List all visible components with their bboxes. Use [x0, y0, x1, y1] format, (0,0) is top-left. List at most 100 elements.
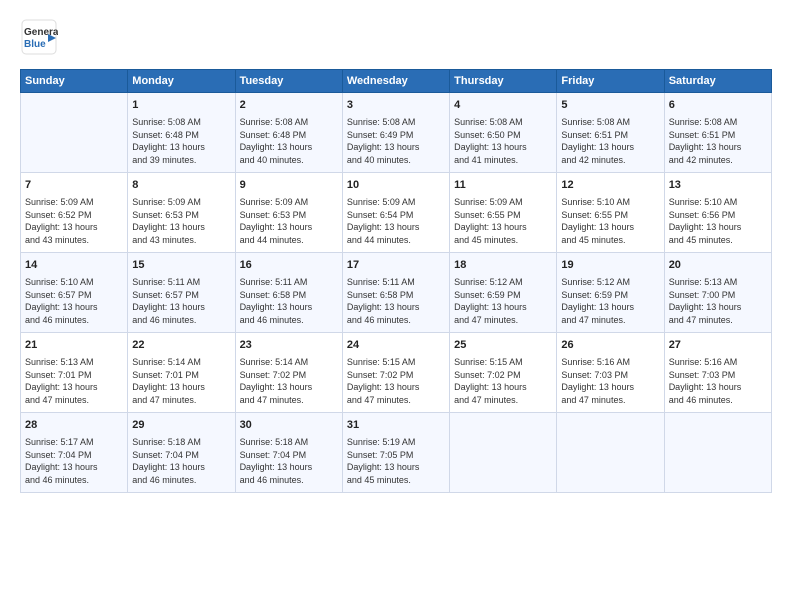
day-number: 6 [669, 98, 767, 114]
day-info: Sunrise: 5:08 AM Sunset: 6:48 PM Dayligh… [240, 116, 338, 167]
week-row-2: 14 Sunrise: 5:10 AM Sunset: 6:57 PM Dayli… [21, 253, 772, 333]
day-info: Sunrise: 5:10 AM Sunset: 6:57 PM Dayligh… [25, 276, 123, 327]
day-number: 28 [25, 418, 123, 434]
day-number: 31 [347, 418, 445, 434]
day-info: Sunrise: 5:11 AM Sunset: 6:57 PM Dayligh… [132, 276, 230, 327]
calendar-cell [21, 93, 128, 173]
calendar-cell: 24Sunrise: 5:15 AM Sunset: 7:02 PM Dayli… [342, 333, 449, 413]
day-info: Sunrise: 5:08 AM Sunset: 6:51 PM Dayligh… [561, 116, 659, 167]
day-number: 3 [347, 98, 445, 114]
day-number: 16 [240, 258, 338, 274]
calendar-cell: 9Sunrise: 5:09 AM Sunset: 6:53 PM Daylig… [235, 173, 342, 253]
calendar-cell: 8Sunrise: 5:09 AM Sunset: 6:53 PM Daylig… [128, 173, 235, 253]
calendar-cell: 21Sunrise: 5:13 AM Sunset: 7:01 PM Dayli… [21, 333, 128, 413]
day-number: 2 [240, 98, 338, 114]
logo: General Blue [20, 18, 58, 61]
day-info: Sunrise: 5:09 AM Sunset: 6:53 PM Dayligh… [132, 196, 230, 247]
day-info: Sunrise: 5:09 AM Sunset: 6:53 PM Dayligh… [240, 196, 338, 247]
logo-icon: General Blue [20, 18, 58, 61]
day-number: 12 [561, 178, 659, 194]
day-info: Sunrise: 5:18 AM Sunset: 7:04 PM Dayligh… [132, 436, 230, 487]
calendar-cell: 30Sunrise: 5:18 AM Sunset: 7:04 PM Dayli… [235, 413, 342, 493]
day-info: Sunrise: 5:08 AM Sunset: 6:51 PM Dayligh… [669, 116, 767, 167]
calendar-cell: 28 Sunrise: 5:17 AM Sunset: 7:04 PM Dayli… [21, 413, 128, 493]
calendar-cell: 22 Sunrise: 5:14 AM Sunset: 7:01 PM Dayli… [128, 333, 235, 413]
day-number: 15 [132, 258, 230, 274]
day-number: 10 [347, 178, 445, 194]
calendar-cell: 5 Sunrise: 5:08 AM Sunset: 6:51 PM Daylig… [557, 93, 664, 173]
day-info: Sunrise: 5:16 AM Sunset: 7:03 PM Dayligh… [561, 356, 659, 407]
day-header-saturday: Saturday [664, 70, 771, 93]
day-number: 13 [669, 178, 767, 194]
day-number: 5 [561, 98, 659, 114]
calendar-cell: 29 Sunrise: 5:18 AM Sunset: 7:04 PM Dayli… [128, 413, 235, 493]
day-info: Sunrise: 5:09 AM Sunset: 6:52 PM Dayligh… [25, 196, 123, 247]
day-info: Sunrise: 5:17 AM Sunset: 7:04 PM Dayligh… [25, 436, 123, 487]
day-info: Sunrise: 5:11 AM Sunset: 6:58 PM Dayligh… [240, 276, 338, 327]
calendar-cell: 19 Sunrise: 5:12 AM Sunset: 6:59 PM Dayli… [557, 253, 664, 333]
day-number: 7 [25, 178, 123, 194]
day-info: Sunrise: 5:19 AM Sunset: 7:05 PM Dayligh… [347, 436, 445, 487]
calendar-cell: 11 Sunrise: 5:09 AM Sunset: 6:55 PM Dayli… [450, 173, 557, 253]
calendar-cell: 31 Sunrise: 5:19 AM Sunset: 7:05 PM Dayli… [342, 413, 449, 493]
week-row-4: 28 Sunrise: 5:17 AM Sunset: 7:04 PM Dayli… [21, 413, 772, 493]
calendar-cell: 16 Sunrise: 5:11 AM Sunset: 6:58 PM Dayli… [235, 253, 342, 333]
calendar-cell: 17 Sunrise: 5:11 AM Sunset: 6:58 PM Dayli… [342, 253, 449, 333]
day-number: 26 [561, 338, 659, 354]
calendar-cell: 10 Sunrise: 5:09 AM Sunset: 6:54 PM Dayli… [342, 173, 449, 253]
calendar-cell: 12 Sunrise: 5:10 AM Sunset: 6:55 PM Dayli… [557, 173, 664, 253]
day-number: 17 [347, 258, 445, 274]
calendar-cell: 23Sunrise: 5:14 AM Sunset: 7:02 PM Dayli… [235, 333, 342, 413]
calendar-cell [450, 413, 557, 493]
day-info: Sunrise: 5:08 AM Sunset: 6:50 PM Dayligh… [454, 116, 552, 167]
header: General Blue [20, 18, 772, 61]
day-header-thursday: Thursday [450, 70, 557, 93]
day-header-friday: Friday [557, 70, 664, 93]
calendar-cell: 6 Sunrise: 5:08 AM Sunset: 6:51 PM Daylig… [664, 93, 771, 173]
svg-text:Blue: Blue [24, 39, 46, 50]
calendar-cell: 25Sunrise: 5:15 AM Sunset: 7:02 PM Dayli… [450, 333, 557, 413]
day-number: 25 [454, 338, 552, 354]
calendar-cell: 2 Sunrise: 5:08 AM Sunset: 6:48 PM Daylig… [235, 93, 342, 173]
svg-text:General: General [24, 27, 58, 38]
day-info: Sunrise: 5:11 AM Sunset: 6:58 PM Dayligh… [347, 276, 445, 327]
calendar-cell: 7 Sunrise: 5:09 AM Sunset: 6:52 PM Daylig… [21, 173, 128, 253]
day-number: 19 [561, 258, 659, 274]
day-info: Sunrise: 5:10 AM Sunset: 6:56 PM Dayligh… [669, 196, 767, 247]
day-number: 11 [454, 178, 552, 194]
day-header-wednesday: Wednesday [342, 70, 449, 93]
day-info: Sunrise: 5:16 AM Sunset: 7:03 PM Dayligh… [669, 356, 767, 407]
calendar-cell [664, 413, 771, 493]
week-row-1: 7 Sunrise: 5:09 AM Sunset: 6:52 PM Daylig… [21, 173, 772, 253]
day-number: 20 [669, 258, 767, 274]
day-info: Sunrise: 5:08 AM Sunset: 6:48 PM Dayligh… [132, 116, 230, 167]
day-number: 27 [669, 338, 767, 354]
day-info: Sunrise: 5:12 AM Sunset: 6:59 PM Dayligh… [561, 276, 659, 327]
calendar-cell: 26 Sunrise: 5:16 AM Sunset: 7:03 PM Dayli… [557, 333, 664, 413]
day-number: 4 [454, 98, 552, 114]
calendar-cell: 1 Sunrise: 5:08 AM Sunset: 6:48 PM Daylig… [128, 93, 235, 173]
day-info: Sunrise: 5:15 AM Sunset: 7:02 PM Dayligh… [347, 356, 445, 407]
day-header-monday: Monday [128, 70, 235, 93]
calendar-cell [557, 413, 664, 493]
day-info: Sunrise: 5:13 AM Sunset: 7:01 PM Dayligh… [25, 356, 123, 407]
day-number: 14 [25, 258, 123, 274]
day-number: 1 [132, 98, 230, 114]
day-info: Sunrise: 5:10 AM Sunset: 6:55 PM Dayligh… [561, 196, 659, 247]
day-info: Sunrise: 5:14 AM Sunset: 7:01 PM Dayligh… [132, 356, 230, 407]
day-number: 29 [132, 418, 230, 434]
day-info: Sunrise: 5:14 AM Sunset: 7:02 PM Dayligh… [240, 356, 338, 407]
day-number: 22 [132, 338, 230, 354]
day-info: Sunrise: 5:12 AM Sunset: 6:59 PM Dayligh… [454, 276, 552, 327]
day-info: Sunrise: 5:09 AM Sunset: 6:54 PM Dayligh… [347, 196, 445, 247]
calendar-cell: 20 Sunrise: 5:13 AM Sunset: 7:00 PM Dayli… [664, 253, 771, 333]
calendar-page: General Blue SundayMondayTuesdayWednesda… [0, 0, 792, 612]
calendar-cell: 3Sunrise: 5:08 AM Sunset: 6:49 PM Daylig… [342, 93, 449, 173]
calendar-cell: 27 Sunrise: 5:16 AM Sunset: 7:03 PM Dayli… [664, 333, 771, 413]
day-info: Sunrise: 5:09 AM Sunset: 6:55 PM Dayligh… [454, 196, 552, 247]
calendar-table: SundayMondayTuesdayWednesdayThursdayFrid… [20, 69, 772, 493]
header-row: SundayMondayTuesdayWednesdayThursdayFrid… [21, 70, 772, 93]
calendar-cell: 18Sunrise: 5:12 AM Sunset: 6:59 PM Dayli… [450, 253, 557, 333]
day-info: Sunrise: 5:13 AM Sunset: 7:00 PM Dayligh… [669, 276, 767, 327]
calendar-cell: 13 Sunrise: 5:10 AM Sunset: 6:56 PM Dayli… [664, 173, 771, 253]
